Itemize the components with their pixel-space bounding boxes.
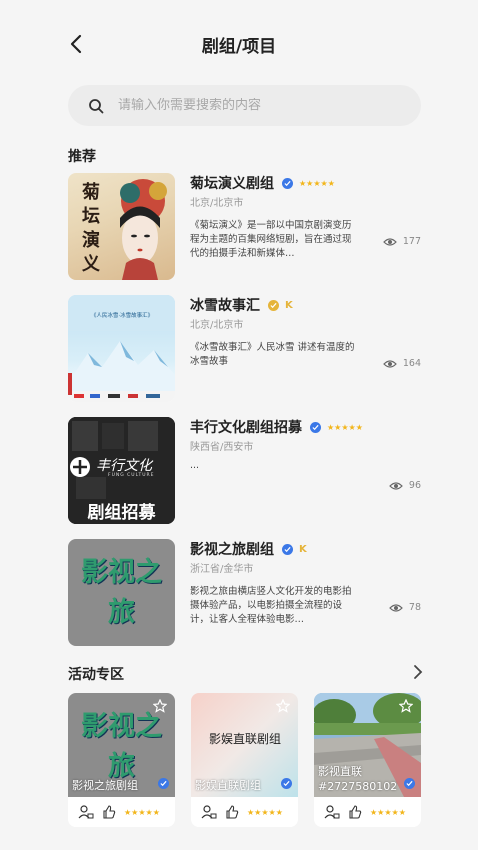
page-title: 剧组/项目 <box>201 37 277 57</box>
activity-header: 活动专区 <box>68 664 423 684</box>
item-name: 影视之旅剧组 <box>190 542 274 558</box>
section-title-activity: 活动专区 <box>68 667 124 683</box>
view-count: 177 <box>383 236 421 247</box>
thumb-caption: 《人民冰雪·冰雪故事汇》 <box>90 313 154 319</box>
item-name: 菊坛演义剧组 <box>190 176 274 192</box>
eye-icon <box>389 603 403 612</box>
chevron-right-icon <box>414 665 423 679</box>
section-title-recommend: 推荐 <box>68 149 96 165</box>
card-label: 影娱直联剧组 <box>195 779 261 792</box>
activity-cards: 影视之旅 影视之旅剧组 ★★★★★ 影娱直联剧组 影娱直联剧组 ★★★★★ 影视… <box>68 693 421 833</box>
search-bar[interactable] <box>68 85 421 126</box>
card-footer: ★★★★★ <box>191 797 298 827</box>
card-image: 影视之旅 影视之旅剧组 <box>68 693 175 797</box>
card-image-text: 影视之旅 <box>81 711 162 782</box>
item-thumbnail: 菊坛演义 <box>68 173 175 280</box>
thumb-up-icon[interactable] <box>102 805 116 819</box>
list-item[interactable]: 影视之旅 影视之旅剧组 K 浙江省/金华市 影视之旅由横店竖人文化开发的电影拍摄… <box>68 539 421 647</box>
card-image: 影娱直联剧组 影娱直联剧组 <box>191 693 298 797</box>
view-count: 164 <box>383 358 421 369</box>
list-item[interactable]: 《人民冰雪·冰雪故事汇》 冰雪故事汇 K 北京/北京市 《冰雪故事汇》人民冰雪 … <box>68 295 421 403</box>
card-label-line2: #2727580102 <box>318 780 398 793</box>
item-name: 冰雪故事汇 <box>190 298 260 314</box>
verified-icon <box>281 778 292 789</box>
thumb-up-icon[interactable] <box>225 805 239 819</box>
rating-stars: ★★★★★ <box>299 178 335 188</box>
list-item[interactable]: 菊坛演义 菊坛演义剧组 ★★★★★ 北京/北京市 《菊坛演义》是一部以中国京剧演… <box>68 173 421 281</box>
search-input[interactable] <box>118 98 398 113</box>
item-location: 北京/北京市 <box>190 198 244 209</box>
item-thumbnail: 丰行文化 FUNG CULTURE 剧组招募 <box>68 417 175 524</box>
activity-card[interactable]: 影娱直联剧组 影娱直联剧组 ★★★★★ <box>191 693 298 827</box>
item-location: 陕西省/西安市 <box>190 442 254 453</box>
header: 剧组/项目 <box>0 0 478 84</box>
user-edit-icon[interactable] <box>78 805 94 819</box>
card-image: 影视直联 #2727580102 <box>314 693 421 797</box>
thumb-brand-sub: FUNG CULTURE <box>108 473 155 478</box>
star-outline-icon[interactable] <box>276 699 290 713</box>
card-label: 影视之旅剧组 <box>72 779 138 792</box>
thumb-banner: 剧组招募 <box>87 503 156 523</box>
star-outline-icon[interactable] <box>153 699 167 713</box>
thumb-brand: 丰行文化 <box>96 458 152 474</box>
item-thumbnail: 《人民冰雪·冰雪故事汇》 <box>68 295 175 402</box>
verified-icon <box>282 177 293 189</box>
card-footer: ★★★★★ <box>68 797 175 827</box>
item-description: 《菊坛演义》是一部以中国京剧演变历程为主题的百集网络短剧，旨在通过现代的拍摄手法… <box>190 220 352 259</box>
view-count-value: 177 <box>402 236 421 247</box>
verified-icon <box>404 778 415 789</box>
card-image-text: 影娱直联剧组 <box>209 732 282 746</box>
view-count: 96 <box>389 480 421 491</box>
rating-stars: ★★★★★ <box>247 807 283 817</box>
item-location: 浙江省/金华市 <box>190 564 254 575</box>
rating-stars: ★★★★★ <box>124 807 160 817</box>
k-badge-icon: K <box>299 543 307 555</box>
thumb-calligraphy: 菊坛演义 <box>82 182 100 275</box>
item-description: 影视之旅由横店竖人文化开发的电影拍摄体验产品，以电影拍摄全流程的设计，让客人全程… <box>190 586 352 625</box>
search-icon <box>89 98 104 113</box>
thumb-title: 影视之旅 <box>81 557 162 628</box>
verified-icon <box>268 299 279 311</box>
item-description: ... <box>190 460 200 471</box>
thumb-up-icon[interactable] <box>348 805 362 819</box>
rating-stars: ★★★★★ <box>327 422 363 432</box>
rating-stars: ★★★★★ <box>370 807 406 817</box>
view-count: 78 <box>389 602 421 613</box>
eye-icon <box>383 359 397 368</box>
more-button[interactable] <box>413 664 423 684</box>
user-edit-icon[interactable] <box>201 805 217 819</box>
view-count-value: 164 <box>402 358 421 369</box>
k-badge-icon: K <box>285 299 293 311</box>
view-count-value: 78 <box>408 602 421 613</box>
item-thumbnail: 影视之旅 <box>68 539 175 646</box>
user-edit-icon[interactable] <box>324 805 340 819</box>
eye-icon <box>389 481 403 490</box>
verified-icon <box>282 543 293 555</box>
eye-icon <box>383 237 397 246</box>
card-label-line1: 影视直联 <box>318 765 362 778</box>
view-count-value: 96 <box>408 480 421 491</box>
card-label: 影视直联 #2727580102 <box>318 764 397 794</box>
star-outline-icon[interactable] <box>399 699 413 713</box>
card-footer: ★★★★★ <box>314 797 421 827</box>
verified-icon <box>310 421 321 433</box>
item-name: 丰行文化剧组招募 <box>190 420 302 436</box>
list-item[interactable]: 丰行文化 FUNG CULTURE 剧组招募 丰行文化剧组招募 ★★★★★ 陕西… <box>68 417 421 525</box>
activity-card[interactable]: 影视直联 #2727580102 ★★★★★ <box>314 693 421 827</box>
activity-card[interactable]: 影视之旅 影视之旅剧组 ★★★★★ <box>68 693 175 827</box>
verified-icon <box>158 778 169 789</box>
item-location: 北京/北京市 <box>190 320 244 331</box>
item-description: 《冰雪故事汇》人民冰雪 讲述有温度的冰雪故事 <box>190 342 355 367</box>
